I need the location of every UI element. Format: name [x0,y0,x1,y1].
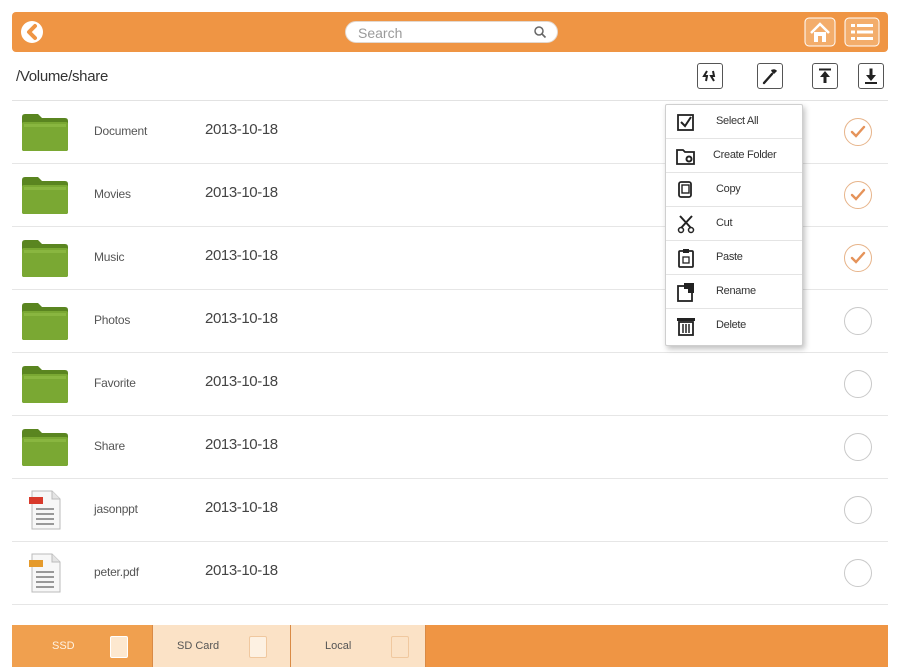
check-icon [850,188,866,201]
sd-card-icon [249,636,267,658]
file-name: Photos [94,313,131,327]
tab-label: SD Card [177,640,220,652]
file-name: Share [94,439,126,453]
tab-sd-card[interactable]: SD Card [152,625,290,667]
copy-icon [676,180,696,200]
folder-icon [20,300,70,342]
menu-item-label: Select All [716,115,759,127]
file-date: 2013-10-18 [205,499,278,516]
tab-ssd[interactable]: SSD [12,625,152,667]
rename-icon [676,282,696,302]
select-checkbox[interactable] [844,559,872,587]
menu-item-label: Create Folder [713,149,777,161]
menu-item-label: Cut [716,217,733,229]
check-icon [850,251,866,264]
list-item[interactable]: peter.pdf 2013-10-18 [12,542,888,605]
search-input[interactable]: Search [345,21,558,43]
file-date: 2013-10-18 [205,310,278,327]
upload-icon [819,68,831,83]
ppt-file-icon [20,489,70,531]
breadcrumb: /Volume/share [16,68,108,85]
top-bar: Search [12,12,888,52]
select-all-icon [676,112,696,132]
create-folder-icon [676,146,696,166]
list-item[interactable]: Favorite 2013-10-18 [12,353,888,416]
file-date: 2013-10-18 [205,373,278,390]
pdf-file-icon [20,552,70,594]
menu-button[interactable] [844,17,880,47]
download-icon [865,68,877,84]
file-name: Document [94,124,148,138]
file-name: Favorite [94,376,136,390]
folder-icon [20,426,70,468]
file-date: 2013-10-18 [205,247,278,264]
folder-icon [20,363,70,405]
back-arrow-icon [21,21,43,43]
tab-local[interactable]: Local [290,625,426,667]
ssd-icon [110,636,128,658]
storage-tab-bar: SSD SD Card Local [12,625,888,667]
wrench-icon [762,69,777,85]
context-menu: Select All Create Folder Copy Cut Paste Renam… [665,104,803,346]
folder-icon [20,111,70,153]
file-name: Movies [94,187,131,201]
folder-icon [20,237,70,279]
menu-item-copy[interactable]: Copy [666,173,802,207]
menu-item-select-all[interactable]: Select All [666,105,802,139]
scissors-icon [676,214,696,234]
refresh-button[interactable] [697,63,723,89]
refresh-icon [702,70,716,82]
check-icon [850,125,866,138]
upload-button[interactable] [812,63,838,89]
file-date: 2013-10-18 [205,121,278,138]
file-date: 2013-10-18 [205,562,278,579]
menu-item-create-folder[interactable]: Create Folder [666,139,802,173]
paste-icon [676,248,696,268]
home-button[interactable] [804,17,836,47]
back-button[interactable] [18,18,46,46]
menu-item-label: Delete [716,319,746,331]
select-checkbox[interactable] [844,307,872,335]
list-menu-icon [844,17,880,47]
trash-icon [676,316,696,336]
local-device-icon [391,636,409,658]
file-date: 2013-10-18 [205,184,278,201]
tab-label: Local [325,640,352,652]
path-bar: /Volume/share [12,56,888,101]
menu-item-paste[interactable]: Paste [666,241,802,275]
file-name: Music [94,250,125,264]
menu-item-label: Copy [716,183,741,195]
tools-button[interactable] [757,63,783,89]
list-item[interactable]: Share 2013-10-18 [12,416,888,479]
menu-item-label: Paste [716,251,743,263]
file-name: jasonppt [94,502,138,516]
search-icon[interactable] [533,25,547,39]
select-checkbox[interactable] [844,370,872,398]
file-date: 2013-10-18 [205,436,278,453]
select-checkbox[interactable] [844,181,872,209]
search-placeholder: Search [358,25,403,41]
home-icon [804,17,836,47]
file-name: peter.pdf [94,565,139,579]
folder-icon [20,174,70,216]
select-checkbox[interactable] [844,118,872,146]
select-checkbox[interactable] [844,433,872,461]
select-checkbox[interactable] [844,244,872,272]
menu-item-rename[interactable]: Rename [666,275,802,309]
download-button[interactable] [858,63,884,89]
select-checkbox[interactable] [844,496,872,524]
list-item[interactable]: jasonppt 2013-10-18 [12,479,888,542]
tab-label: SSD [52,640,75,652]
menu-item-cut[interactable]: Cut [666,207,802,241]
menu-item-delete[interactable]: Delete [666,309,802,343]
menu-item-label: Rename [716,285,756,297]
